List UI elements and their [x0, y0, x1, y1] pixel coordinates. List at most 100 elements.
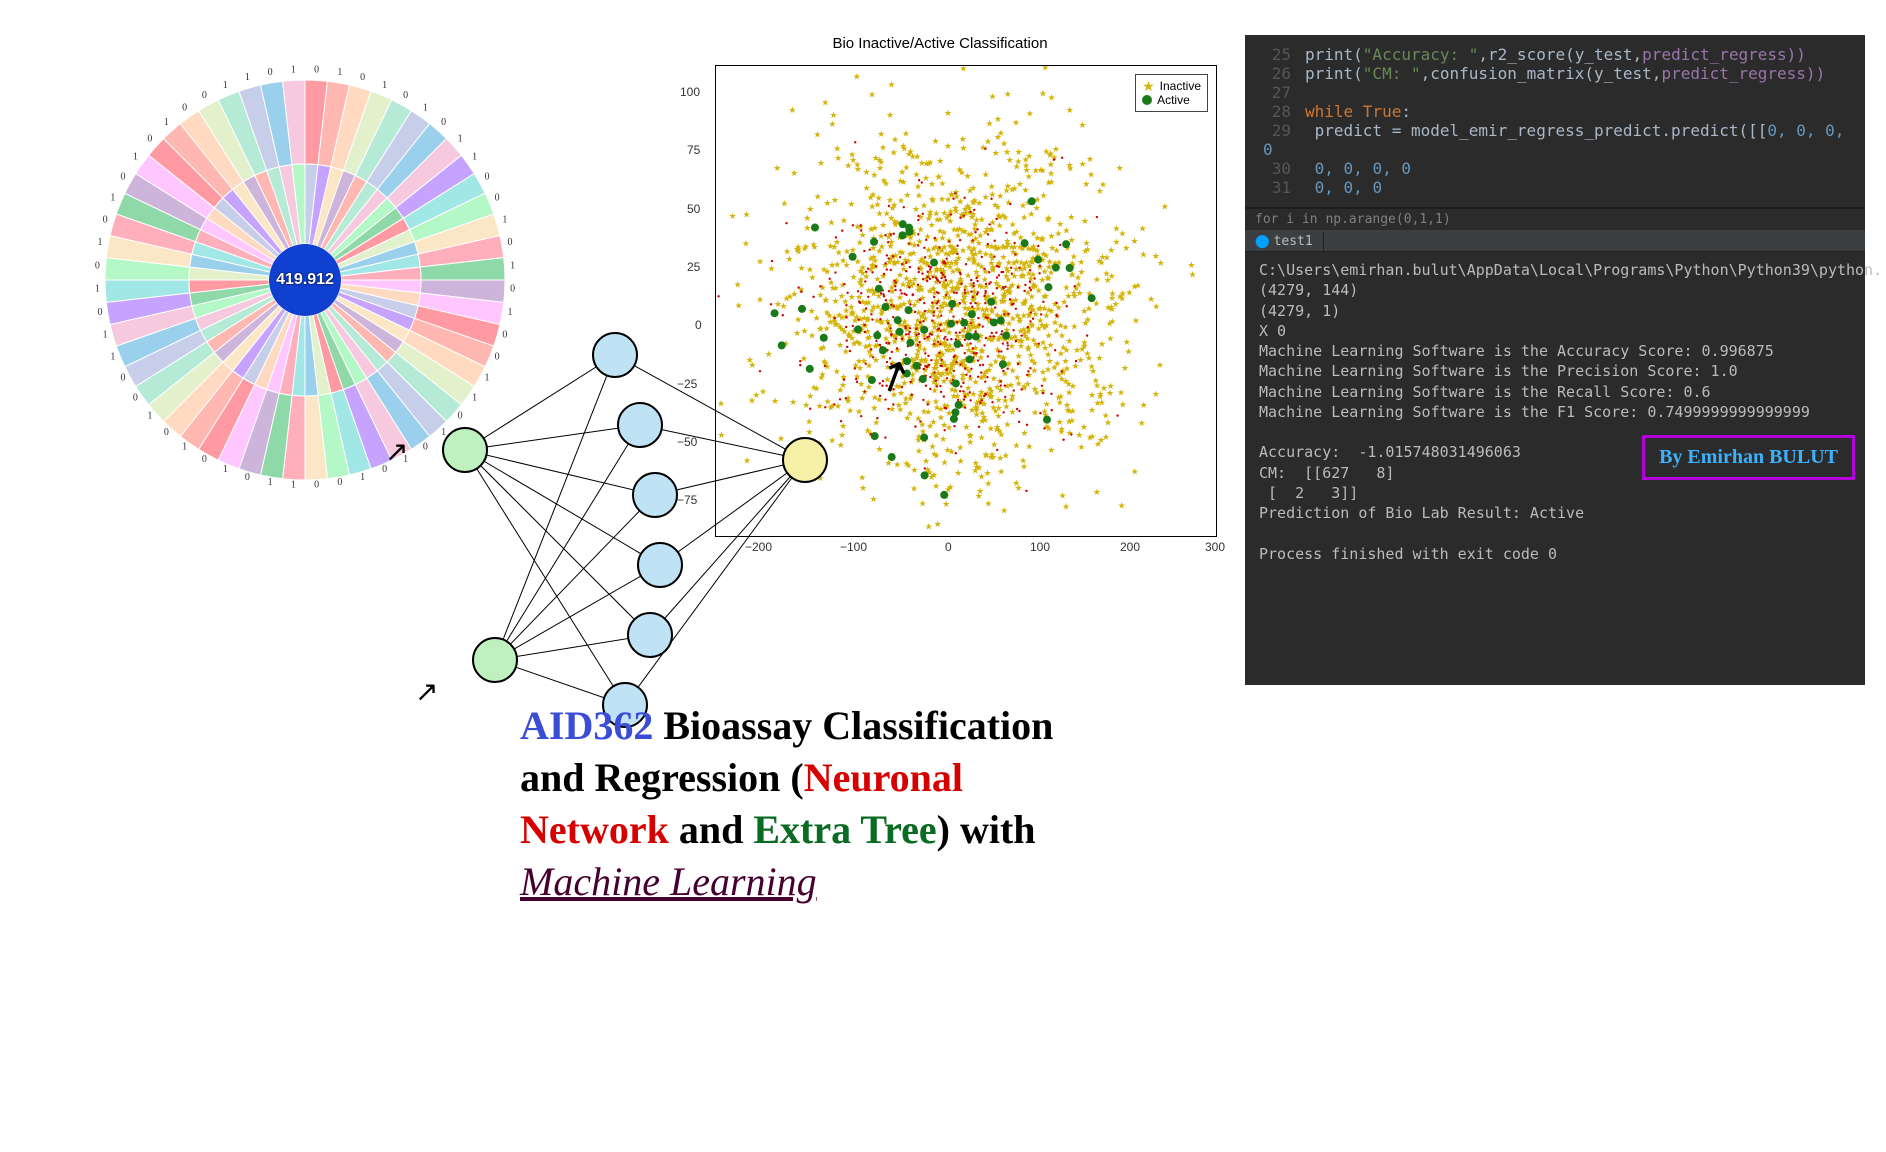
svg-text:★: ★	[984, 137, 992, 147]
svg-text:★: ★	[925, 522, 933, 532]
svg-text:★: ★	[939, 434, 947, 444]
svg-text:★: ★	[794, 315, 802, 325]
svg-text:★: ★	[888, 79, 896, 89]
svg-text:★: ★	[828, 119, 836, 129]
svg-text:★: ★	[995, 403, 1003, 413]
svg-text:★: ★	[743, 210, 751, 220]
svg-text:★: ★	[803, 213, 811, 223]
svg-text:★: ★	[1021, 185, 1029, 195]
svg-text:★: ★	[926, 421, 934, 431]
svg-text:★: ★	[984, 498, 992, 508]
svg-text:★: ★	[944, 194, 952, 204]
svg-text:★: ★	[897, 301, 905, 311]
svg-text:★: ★	[975, 198, 983, 208]
svg-text:★: ★	[994, 202, 1002, 212]
svg-text:★: ★	[932, 431, 940, 441]
svg-text:★: ★	[1039, 165, 1047, 175]
svg-text:★: ★	[999, 241, 1007, 251]
svg-text:★: ★	[1012, 117, 1020, 127]
svg-text:★: ★	[941, 360, 949, 370]
legend-inactive: Inactive	[1160, 79, 1201, 93]
svg-text:★: ★	[821, 98, 829, 108]
svg-text:★: ★	[871, 223, 879, 233]
svg-text:★: ★	[1031, 408, 1039, 418]
author-badge: By Emirhan BULUT	[1642, 435, 1855, 480]
svg-text:★: ★	[915, 237, 923, 247]
svg-text:★: ★	[879, 220, 887, 230]
svg-text:★: ★	[954, 468, 962, 478]
svg-text:★: ★	[860, 306, 868, 316]
svg-text:0: 0	[337, 477, 342, 488]
svg-text:★: ★	[975, 281, 983, 291]
svg-text:★: ★	[1058, 330, 1066, 340]
svg-text:0: 0	[103, 214, 108, 225]
svg-text:★: ★	[1147, 294, 1155, 304]
svg-text:★: ★	[928, 179, 936, 189]
svg-text:★: ★	[1079, 159, 1087, 169]
svg-text:★: ★	[1104, 275, 1112, 285]
svg-text:★: ★	[1117, 387, 1125, 397]
svg-text:★: ★	[1020, 325, 1028, 335]
svg-text:1: 1	[337, 67, 342, 78]
svg-text:★: ★	[983, 468, 991, 478]
svg-text:★: ★	[919, 293, 927, 303]
svg-text:★: ★	[1054, 228, 1062, 238]
svg-text:★: ★	[1033, 246, 1041, 256]
svg-text:★: ★	[756, 294, 764, 304]
svg-text:0: 0	[95, 260, 100, 271]
svg-text:★: ★	[930, 449, 938, 459]
y-tick: 100	[680, 85, 700, 99]
svg-text:★: ★	[944, 108, 952, 118]
svg-text:★: ★	[1031, 281, 1039, 291]
svg-text:1: 1	[110, 352, 115, 363]
svg-text:★: ★	[868, 285, 876, 295]
svg-text:1: 1	[223, 80, 228, 91]
svg-text:★: ★	[827, 218, 835, 228]
svg-text:★: ★	[813, 129, 821, 139]
svg-text:1: 1	[182, 442, 187, 453]
svg-text:0: 0	[147, 133, 152, 144]
svg-text:★: ★	[1032, 387, 1040, 397]
svg-text:★: ★	[1152, 251, 1160, 261]
svg-text:1: 1	[291, 64, 296, 75]
svg-text:★: ★	[973, 215, 981, 225]
svg-text:0: 0	[495, 192, 500, 203]
svg-text:1: 1	[423, 102, 428, 113]
scatter-title: Bio Inactive/Active Classification	[645, 35, 1235, 52]
svg-text:1: 1	[502, 214, 507, 225]
svg-text:★: ★	[853, 71, 861, 81]
svg-text:★: ★	[1042, 147, 1050, 157]
svg-text:★: ★	[788, 105, 796, 115]
svg-text:★: ★	[976, 486, 984, 496]
svg-text:★: ★	[1187, 260, 1195, 270]
svg-text:★: ★	[829, 110, 837, 120]
svg-text:★: ★	[936, 156, 944, 166]
svg-text:★: ★	[897, 195, 905, 205]
svg-text:★: ★	[780, 198, 788, 208]
svg-text:0: 0	[485, 171, 490, 182]
svg-text:★: ★	[1106, 333, 1114, 343]
svg-text:★: ★	[848, 308, 856, 318]
svg-text:★: ★	[1112, 223, 1120, 233]
svg-text:★: ★	[783, 246, 791, 256]
y-tick: 50	[687, 202, 700, 216]
svg-text:★: ★	[1152, 389, 1160, 399]
svg-text:★: ★	[875, 444, 883, 454]
svg-text:★: ★	[996, 220, 1004, 230]
svg-text:★: ★	[891, 134, 899, 144]
svg-text:0: 0	[133, 392, 138, 403]
tab-test1[interactable]: ⬤test1	[1245, 232, 1324, 251]
svg-text:★: ★	[831, 195, 839, 205]
svg-text:★: ★	[1070, 288, 1078, 298]
svg-text:★: ★	[1065, 388, 1073, 398]
svg-text:★: ★	[1014, 156, 1022, 166]
svg-text:★: ★	[946, 216, 954, 226]
input-arrow-icon: ↗	[415, 675, 438, 708]
svg-text:0: 0	[314, 64, 319, 75]
svg-text:★: ★	[957, 456, 965, 466]
svg-text:★: ★	[1009, 247, 1017, 257]
svg-text:★: ★	[820, 264, 828, 274]
x-tick: 100	[1030, 540, 1050, 554]
svg-text:★: ★	[903, 413, 911, 423]
svg-text:★: ★	[1065, 416, 1073, 426]
